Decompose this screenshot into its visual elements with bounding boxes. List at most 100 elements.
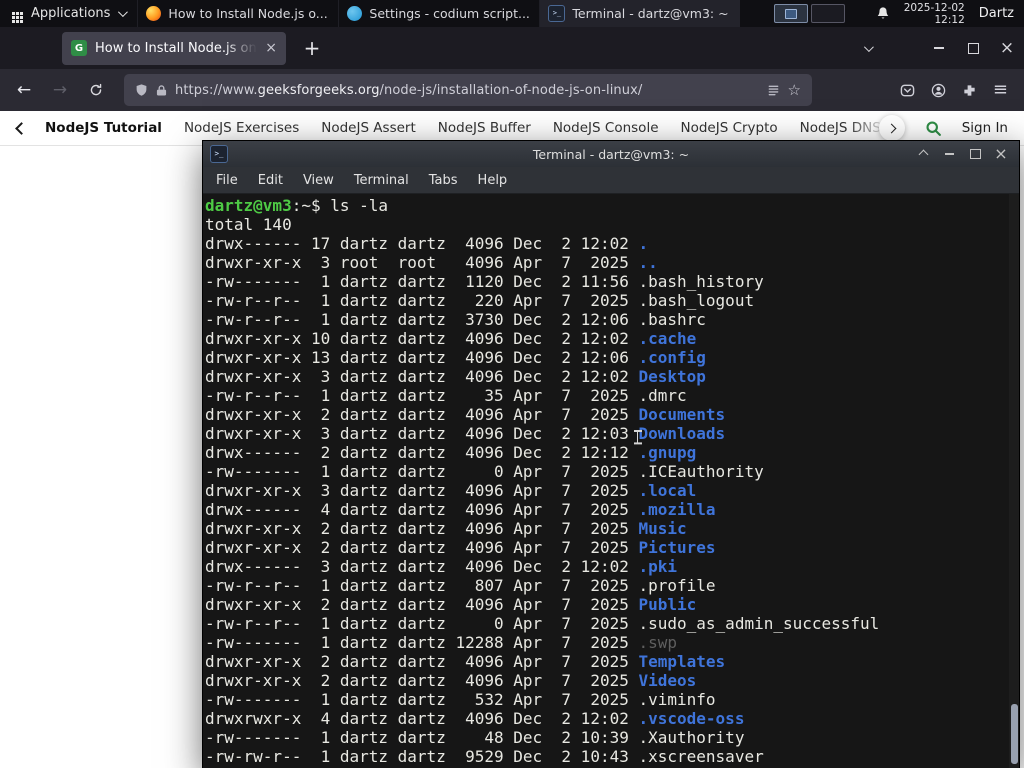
file-row: -rw------- 1 dartz dartz 532 Apr 7 2025 … (205, 690, 716, 709)
taskbar-item[interactable]: >_ Terminal - dartz@vm3: ~ (539, 0, 741, 27)
terminal-menu-terminal[interactable]: Terminal (344, 173, 419, 188)
nav-scroll-left-icon[interactable] (8, 121, 34, 135)
gfg-nav-link[interactable]: NodeJS Console (542, 120, 670, 136)
gfg-nav-link[interactable]: NodeJS Exercises (173, 120, 310, 136)
file-row: drwxr-xr-x 2 dartz dartz 4096 Apr 7 2025… (205, 671, 697, 690)
file-row: drwxr-xr-x 10 dartz dartz 4096 Dec 2 12:… (205, 329, 697, 348)
back-button[interactable]: ← (8, 74, 40, 106)
file-row: -rw------- 1 dartz dartz 0 Apr 7 2025 .I… (205, 462, 764, 481)
terminal-menu-tabs[interactable]: Tabs (419, 173, 468, 188)
terminal-title: Terminal - dartz@vm3: ~ (532, 146, 690, 162)
extensions-puzzle-icon[interactable] (962, 83, 977, 98)
file-row: -rw-r--r-- 1 dartz dartz 807 Apr 7 2025 … (205, 576, 716, 595)
sign-in-button[interactable]: Sign In (962, 120, 1008, 136)
user-label[interactable]: Dartz (979, 6, 1014, 21)
terminal-menu-file[interactable]: File (206, 173, 248, 188)
workspace-1[interactable] (774, 4, 809, 23)
reader-mode-icon[interactable] (767, 84, 780, 97)
file-row: drwxr-xr-x 2 dartz dartz 4096 Apr 7 2025… (205, 405, 726, 424)
file-row: drwxrwxr-x 4 dartz dartz 4096 Dec 2 12:0… (205, 709, 745, 728)
site-favicon: G (71, 40, 87, 56)
prompt-line: dartz@vm3:~$ ls -la (205, 196, 389, 215)
forward-button[interactable]: → (44, 74, 76, 106)
clock-time: 12:12 (934, 13, 965, 26)
new-tab-button[interactable]: + (298, 36, 326, 60)
file-row: -rw-r--r-- 1 dartz dartz 3730 Dec 2 12:0… (205, 310, 706, 329)
terminal-titlebar[interactable]: >_ Terminal - dartz@vm3: ~ × (203, 141, 1019, 167)
browser-toolbar: ← → https://www.geeksforgeeks.org/node-j… (0, 69, 1024, 111)
url-bar[interactable]: https://www.geeksforgeeks.org/node-js/in… (124, 74, 812, 106)
terminal-shade-button[interactable] (912, 144, 934, 164)
nav-scroll-right-icon[interactable] (878, 115, 905, 141)
chevron-down-icon (118, 7, 129, 18)
search-icon[interactable] (925, 120, 942, 137)
toolbar-right-icons: ≡ (900, 81, 1016, 99)
terminal-minimize-button[interactable] (938, 144, 960, 164)
taskbar-item-title: Settings - codium script... (369, 6, 530, 21)
pocket-icon[interactable] (900, 83, 915, 98)
terminal-output: dartz@vm3:~$ ls -la total 140 drwx------ 1… (205, 196, 1007, 766)
file-row: drwx------ 17 dartz dartz 4096 Dec 2 12:… (205, 234, 649, 253)
terminal-body[interactable]: dartz@vm3:~$ ls -la total 140 drwx------ 1… (203, 194, 1019, 768)
gfg-nav-link[interactable]: NodeJS Tutorial (34, 120, 173, 136)
terminal-maximize-button[interactable] (964, 144, 986, 164)
menu-hamburger-icon[interactable]: ≡ (993, 81, 1008, 99)
taskbar-item-title: How to Install Node.js o... (168, 6, 328, 21)
total-line: total 140 (205, 215, 292, 234)
terminal-menu-help[interactable]: Help (468, 173, 518, 188)
top-panel: Applications How to Install Node.js o...… (0, 0, 1024, 27)
terminal-icon: >_ (548, 5, 566, 22)
codium-icon (347, 6, 363, 21)
file-row: -rw------- 1 dartz dartz 1120 Dec 2 11:5… (205, 272, 764, 291)
window-maximize-button[interactable] (956, 27, 990, 69)
notifications-bell-icon[interactable] (876, 6, 890, 21)
terminal-scrollbar[interactable] (1009, 194, 1019, 768)
taskbar-item-title: Terminal - dartz@vm3: ~ (572, 6, 729, 21)
reload-button[interactable] (80, 74, 112, 106)
workspace-switcher (774, 0, 846, 27)
file-row: drwxr-xr-x 13 dartz dartz 4096 Dec 2 12:… (205, 348, 706, 367)
mini-window-icon (785, 8, 798, 19)
bookmark-star-icon[interactable]: ☆ (788, 81, 801, 99)
terminal-menubar: File Edit View Terminal Tabs Help (203, 167, 1019, 194)
tab-close-icon[interactable]: × (265, 41, 277, 55)
gfg-nav-link[interactable]: NodeJS Assert (310, 120, 427, 136)
workspace-2[interactable] (811, 4, 846, 23)
file-row: -rw-rw-r-- 1 dartz dartz 9529 Dec 2 10:4… (205, 747, 764, 766)
window-close-button[interactable]: × (990, 27, 1024, 69)
file-row: drwx------ 3 dartz dartz 4096 Dec 2 12:0… (205, 557, 678, 576)
panel-right: 2025-12-02 12:12 Dartz (876, 0, 1024, 27)
file-row: -rw------- 1 dartz dartz 48 Dec 2 10:39 … (205, 728, 745, 747)
file-row: drwxr-xr-x 3 dartz dartz 4096 Dec 2 12:0… (205, 367, 706, 386)
desktop: Applications How to Install Node.js o...… (0, 0, 1024, 768)
browser-tab[interactable]: G How to Install Node.js on × (62, 31, 286, 65)
terminal-menu-edit[interactable]: Edit (248, 173, 293, 188)
window-minimize-button[interactable] (922, 27, 956, 69)
file-row: drwxr-xr-x 3 root root 4096 Apr 7 2025 .… (205, 253, 658, 272)
file-row: drwxr-xr-x 3 dartz dartz 4096 Dec 2 12:0… (205, 424, 726, 443)
taskbar-item[interactable]: How to Install Node.js o... (137, 0, 338, 27)
tab-bar: G How to Install Node.js on × + × (0, 27, 1024, 69)
account-icon[interactable] (931, 83, 946, 98)
gfg-nav-link[interactable]: NodeJS Crypto (670, 120, 789, 136)
shield-icon[interactable] (135, 83, 148, 97)
file-row: drwx------ 4 dartz dartz 4096 Apr 7 2025… (205, 500, 716, 519)
terminal-icon: >_ (210, 145, 228, 163)
gfg-nav-link[interactable]: NodeJS Buffer (427, 120, 542, 136)
file-row: -rw-r--r-- 1 dartz dartz 220 Apr 7 2025 … (205, 291, 755, 310)
terminal-window-controls: × (912, 144, 1012, 164)
applications-menu[interactable]: Applications (0, 0, 137, 27)
applications-label: Applications (31, 6, 111, 21)
clock[interactable]: 2025-12-02 12:12 (904, 2, 965, 26)
applications-grid-icon (12, 12, 15, 15)
terminal-menu-view[interactable]: View (293, 173, 344, 188)
tabbar-right: × (850, 27, 1024, 69)
terminal-close-button[interactable]: × (990, 144, 1012, 164)
terminal-scrollbar-thumb[interactable] (1010, 704, 1018, 764)
file-row: drwx------ 2 dartz dartz 4096 Dec 2 12:1… (205, 443, 697, 462)
lock-icon[interactable] (156, 84, 167, 97)
taskbar-item[interactable]: Settings - codium script... (338, 0, 539, 27)
url-text: https://www.geeksforgeeks.org/node-js/in… (175, 82, 643, 98)
clock-date: 2025-12-02 (903, 1, 965, 14)
list-all-tabs-icon[interactable] (850, 27, 884, 69)
